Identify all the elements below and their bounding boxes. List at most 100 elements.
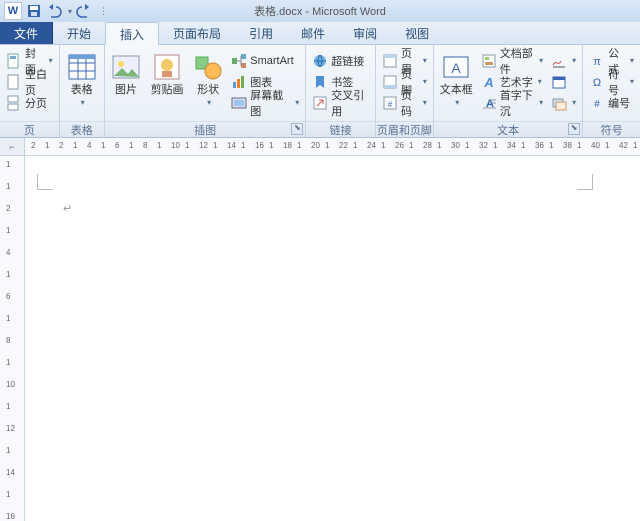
smartart-label: SmartArt bbox=[250, 55, 293, 67]
undo-icon[interactable] bbox=[46, 3, 62, 19]
app-icon[interactable]: W bbox=[4, 2, 22, 20]
page-number-icon: # bbox=[382, 95, 398, 111]
clipart-label: 剪贴画 bbox=[151, 84, 184, 96]
clipart-icon bbox=[151, 51, 183, 83]
svg-text:A: A bbox=[483, 75, 493, 90]
tab-page-layout[interactable]: 页面布局 bbox=[159, 22, 235, 44]
dropcap-icon: A bbox=[481, 95, 497, 111]
save-icon[interactable] bbox=[26, 3, 42, 19]
window-title: 表格.docx - Microsoft Word bbox=[254, 3, 386, 19]
table-icon bbox=[66, 51, 98, 83]
group-pages-label: 页 bbox=[0, 121, 59, 137]
object-button[interactable]: ▾ bbox=[549, 92, 578, 113]
picture-button[interactable]: 图片 bbox=[109, 49, 143, 98]
group-illustrations-label: 插图⬊ bbox=[105, 121, 305, 137]
cover-page-icon bbox=[6, 53, 22, 69]
page-break-label: 分页 bbox=[25, 95, 47, 111]
signature-line-button[interactable]: ▾ bbox=[549, 50, 578, 71]
group-illustrations: 图片 剪贴画 形状▾ SmartArt 图表 bbox=[105, 45, 306, 137]
hyperlink-button[interactable]: 超链接 bbox=[310, 50, 371, 71]
table-button[interactable]: 表格▾ bbox=[64, 49, 100, 111]
dropcap-label: 首字下沉 bbox=[500, 87, 534, 119]
horizontal-ruler[interactable]: 2121416181101121141161181201221241261281… bbox=[25, 138, 640, 155]
paragraph-mark: ↵ bbox=[63, 202, 72, 215]
group-tables-label: 表格 bbox=[60, 121, 104, 137]
blank-page-button[interactable]: 空白页 bbox=[4, 71, 55, 92]
svg-text:#: # bbox=[594, 99, 600, 110]
symbol-button[interactable]: Ω 符号▾ bbox=[587, 71, 636, 92]
date-time-icon bbox=[551, 74, 567, 90]
vertical-ruler[interactable]: 112141618110112114116 bbox=[0, 156, 25, 521]
group-links-label: 链接 bbox=[306, 121, 375, 137]
svg-text:Ω: Ω bbox=[593, 77, 601, 89]
svg-text:π: π bbox=[593, 56, 601, 68]
table-label: 表格 bbox=[71, 84, 93, 96]
text-dialog-launcher[interactable]: ⬊ bbox=[568, 123, 580, 135]
ribbon-tabs: 文件 开始 插入 页面布局 引用 邮件 审阅 视图 bbox=[0, 22, 640, 45]
bookmark-icon bbox=[312, 74, 328, 90]
title-bar: W ▾ ⋮ 表格.docx - Microsoft Word bbox=[0, 0, 640, 22]
tab-review[interactable]: 审阅 bbox=[339, 22, 391, 44]
picture-label: 图片 bbox=[115, 84, 137, 96]
equation-icon: π bbox=[589, 53, 605, 69]
group-header-footer-label: 页眉和页脚 bbox=[376, 121, 433, 137]
redo-icon[interactable] bbox=[76, 3, 92, 19]
page-number-label: 页码 bbox=[401, 87, 418, 119]
group-pages: 封面▾ 空白页 分页 页 bbox=[0, 45, 60, 137]
group-symbols-label: 符号 bbox=[583, 121, 640, 137]
margin-corner-top-left bbox=[37, 174, 53, 190]
group-text-label: 文本⬊ bbox=[434, 121, 582, 137]
chart-icon bbox=[231, 74, 247, 90]
quick-access-toolbar: W ▾ ⋮ bbox=[4, 2, 108, 20]
smartart-icon bbox=[231, 53, 247, 69]
quick-parts-button[interactable]: 文档部件▾ bbox=[479, 50, 545, 71]
group-tables: 表格▾ 表格 bbox=[60, 45, 105, 137]
page-break-icon bbox=[6, 95, 22, 111]
date-time-button[interactable] bbox=[549, 71, 578, 92]
tab-references[interactable]: 引用 bbox=[235, 22, 287, 44]
crossref-icon bbox=[312, 95, 328, 111]
group-links: 超链接 书签 交叉引用 链接 bbox=[306, 45, 376, 137]
quick-parts-icon bbox=[481, 53, 497, 69]
smartart-button[interactable]: SmartArt bbox=[229, 50, 301, 71]
document-area: 112141618110112114116 ↵ bbox=[0, 156, 640, 521]
tab-insert[interactable]: 插入 bbox=[105, 22, 159, 45]
page-break-button[interactable]: 分页 bbox=[4, 92, 55, 113]
picture-icon bbox=[110, 51, 142, 83]
undo-dropdown-icon[interactable]: ▾ bbox=[68, 7, 72, 16]
tab-file[interactable]: 文件 bbox=[0, 22, 53, 44]
shapes-button[interactable]: 形状▾ bbox=[191, 49, 225, 111]
hyperlink-icon bbox=[312, 53, 328, 69]
screenshot-button[interactable]: 屏幕截图▾ bbox=[229, 92, 301, 113]
dropcap-button[interactable]: A 首字下沉▾ bbox=[479, 92, 545, 113]
group-header-footer: 页眉▾ 页脚▾ # 页码▾ 页眉和页脚 bbox=[376, 45, 434, 137]
svg-text:A: A bbox=[452, 60, 462, 76]
object-icon bbox=[551, 95, 567, 111]
qat-customize-icon[interactable]: ⋮ bbox=[99, 6, 108, 17]
textbox-button[interactable]: A 文本框▾ bbox=[438, 49, 475, 111]
clipart-button[interactable]: 剪贴画 bbox=[147, 49, 187, 98]
header-icon bbox=[382, 53, 398, 69]
crossref-button[interactable]: 交叉引用 bbox=[310, 92, 371, 113]
number-icon: # bbox=[589, 95, 605, 111]
number-label: 编号 bbox=[608, 95, 630, 111]
blank-page-icon bbox=[6, 74, 22, 90]
ruler-corner[interactable]: ⌐ bbox=[0, 138, 25, 155]
document-page[interactable]: ↵ bbox=[25, 156, 640, 521]
shapes-icon bbox=[192, 51, 224, 83]
screenshot-icon bbox=[231, 95, 247, 111]
page-number-button[interactable]: # 页码▾ bbox=[380, 92, 429, 113]
tab-view[interactable]: 视图 bbox=[391, 22, 443, 44]
shapes-label: 形状 bbox=[197, 84, 219, 96]
illustrations-dialog-launcher[interactable]: ⬊ bbox=[291, 123, 303, 135]
screenshot-label: 屏幕截图 bbox=[250, 87, 290, 119]
footer-icon bbox=[382, 74, 398, 90]
group-symbols: π 公式▾ Ω 符号▾ # 编号 符号 bbox=[583, 45, 640, 137]
textbox-icon: A bbox=[440, 51, 472, 83]
number-button[interactable]: # 编号 bbox=[587, 92, 636, 113]
tab-home[interactable]: 开始 bbox=[53, 22, 105, 44]
ruler-row: ⌐ 21214161811011211411611812012212412612… bbox=[0, 138, 640, 156]
textbox-label: 文本框 bbox=[440, 84, 473, 96]
tab-mailings[interactable]: 邮件 bbox=[287, 22, 339, 44]
wordart-icon: A bbox=[481, 74, 497, 90]
